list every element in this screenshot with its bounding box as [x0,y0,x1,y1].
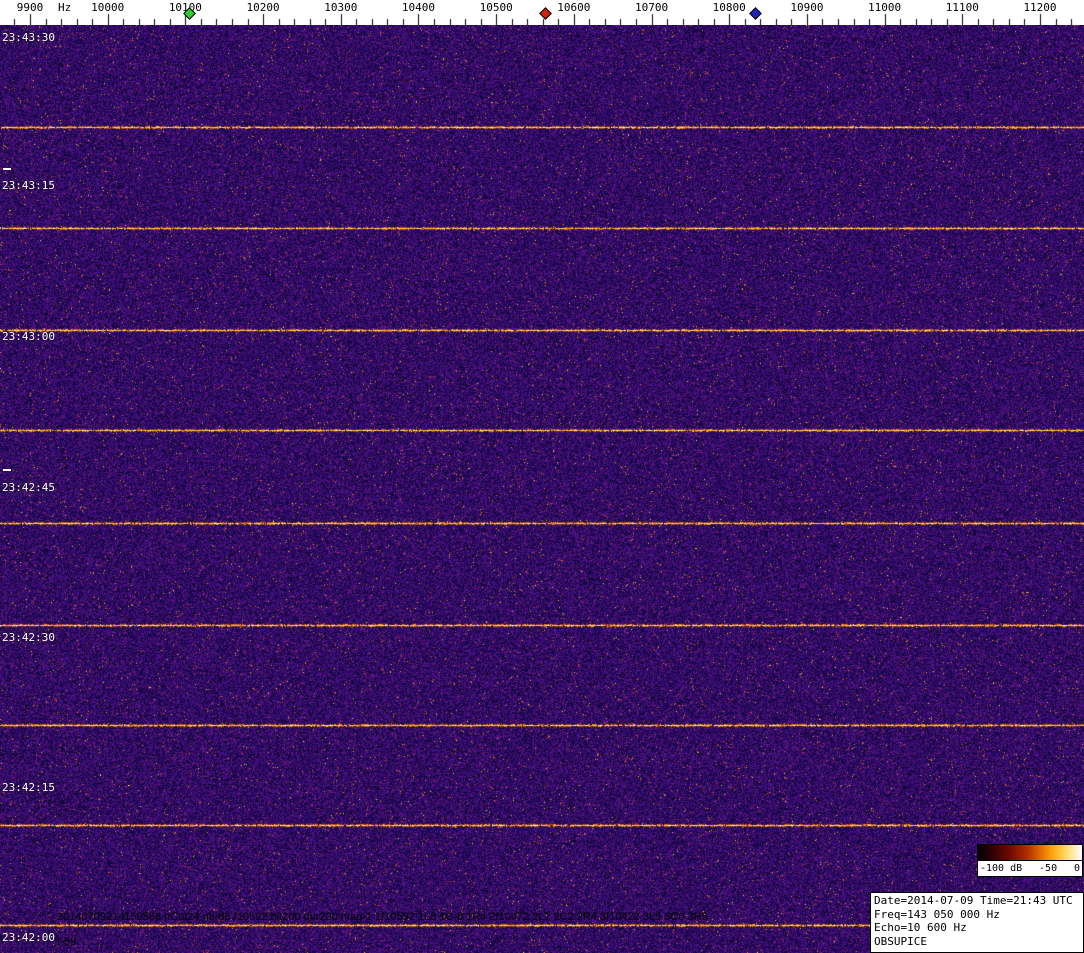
freq-tick-label: 10900 [790,1,824,14]
info-frequency: Freq=143 050 000 Hz [874,907,1000,921]
observation-info-box: Date=2014-07-09 Time=21:43 UTC Freq=143 … [870,892,1084,953]
freq-tick-label: 9900 [16,1,44,14]
colorbar-label-max: 0 [1073,863,1080,874]
spectrogram-app: Hz 9900 10000 10100 10200 10300 10400 10500 106… [0,0,1084,953]
time-tick-label: 23:43:30 [2,31,55,44]
freq-tick-label: 10300 [324,1,358,14]
time-tick-label: 23:43:00 [2,330,55,343]
detection-meta-line: 20140709214159568 hCnt24 nb-88 f10592 hi… [57,911,708,923]
freq-tick-label: 10600 [557,1,591,14]
time-tick-dash [3,168,11,170]
time-tick-dash [3,469,11,471]
freq-tick-label: 10000 [91,1,125,14]
freq-tick-label: 10400 [401,1,436,14]
colorbar-label-mid: -50 [1039,863,1058,874]
time-tick-label: 23:42:30 [2,631,55,644]
info-echo: Echo=10 600 Hz [874,921,967,934]
colorbar-legend: -100 dB -50 0 [977,844,1083,877]
spectrogram-canvas [0,25,1084,953]
colorbar-gradient [977,844,1083,861]
colorbar-labels: -100 dB -50 0 [977,861,1083,877]
freq-tick-label: 11200 [1023,1,1057,14]
frequency-ruler: Hz 9900 10000 10100 10200 10300 10400 10500 106… [0,0,1084,25]
bottom-note-label: ^t-59 [52,936,77,948]
freq-tick-label: 11100 [945,1,979,14]
frequency-unit-label: Hz [58,1,72,14]
time-tick-label: 23:43:15 [2,179,55,192]
time-tick-label: 23:42:15 [2,781,55,794]
info-station: OBSUPICE [874,934,927,948]
colorbar-label-min: -100 dB [980,863,1023,874]
info-date-time: Date=2014-07-09 Time=21:43 UTC [874,894,1073,907]
freq-tick-label: 10700 [634,1,669,14]
time-tick-label: 23:42:00 [2,931,55,944]
freq-tick-label: 10800 [712,1,746,14]
time-tick-label: 23:42:45 [2,481,55,494]
freq-tick-label: 11000 [868,1,902,14]
freq-tick-label: 10500 [479,1,513,14]
freq-tick-label: 10200 [246,1,280,14]
